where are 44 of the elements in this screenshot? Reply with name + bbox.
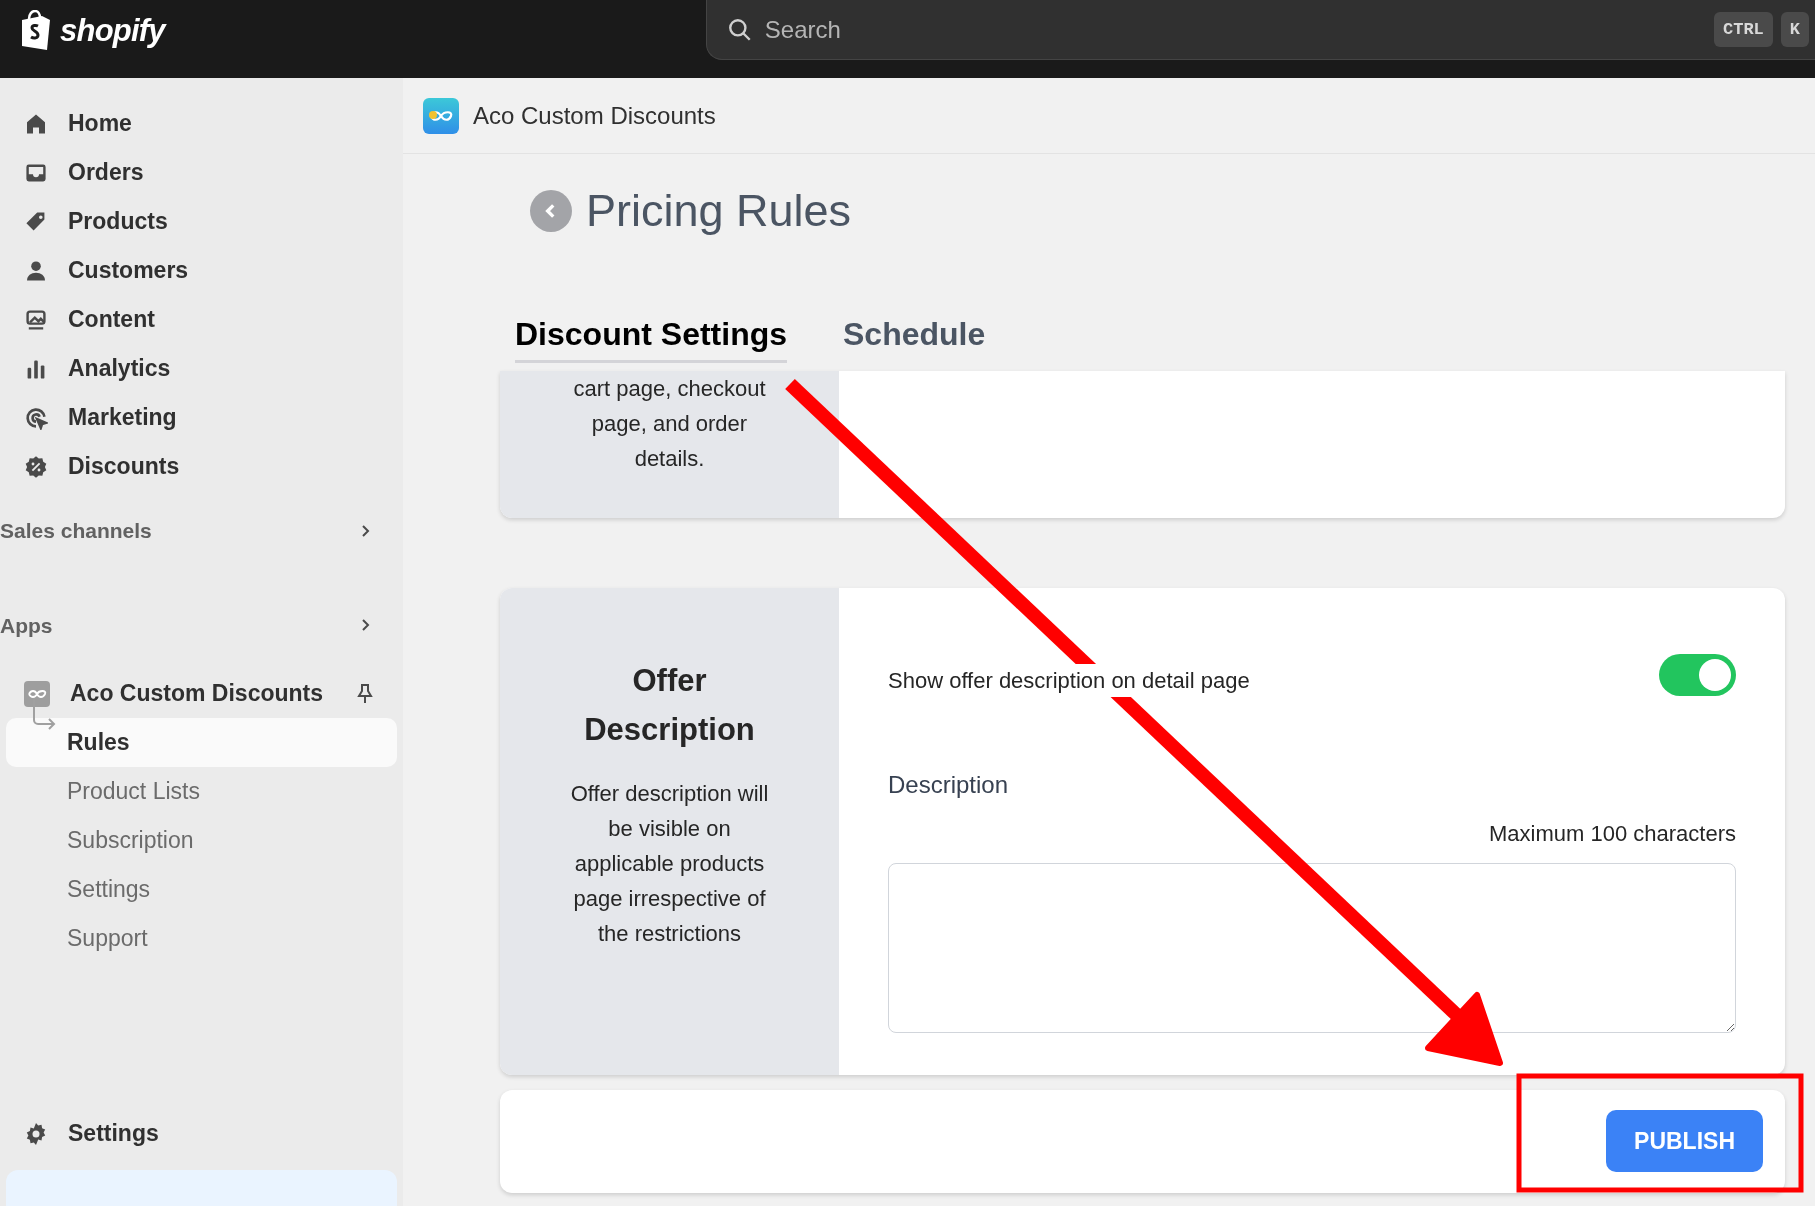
search-icon: [726, 16, 753, 43]
publish-button[interactable]: PUBLISH: [1606, 1110, 1763, 1172]
sub-nav-item[interactable]: Rules: [6, 718, 397, 767]
toggle-label: Show offer description on detail page: [888, 663, 1250, 697]
shortcut-key: CTRL: [1714, 11, 1773, 48]
nav-item[interactable]: Discounts: [0, 442, 403, 491]
nav-item[interactable]: Home: [0, 99, 403, 148]
tab[interactable]: Discount Settings: [515, 309, 787, 363]
toggle-switch[interactable]: [1659, 653, 1736, 696]
sub-nav-item[interactable]: Subscription: [6, 816, 397, 865]
search-field[interactable]: Search: [764, 11, 1714, 48]
app-logo-icon: [423, 97, 459, 134]
field-label: Description: [888, 769, 1010, 800]
sub-nav-item[interactable]: Product Lists: [6, 767, 397, 816]
image-icon: [24, 307, 48, 332]
settings-icon: [24, 1121, 48, 1146]
person-icon: [24, 258, 48, 283]
nav-item[interactable]: Analytics: [0, 344, 403, 393]
sub-nav-item[interactable]: Support: [6, 914, 397, 963]
section-header[interactable]: Sales channels: [0, 515, 403, 547]
app-nav-item[interactable]: Aco Custom Discounts: [0, 669, 403, 718]
section-description: cart page, checkout page, and order details.: [572, 374, 767, 473]
nav-item[interactable]: Marketing: [0, 393, 403, 442]
app-title: Aco Custom Discounts: [473, 100, 716, 131]
nav-item[interactable]: Settings: [0, 1109, 403, 1158]
section-description: Offer description will be visible on applicable products page irrespective of the restrictions: [569, 779, 770, 948]
nav-item[interactable]: Products: [0, 197, 403, 246]
discount-icon: [24, 454, 48, 479]
shopify-logo-text: shopify: [60, 12, 165, 50]
section-header[interactable]: Apps: [0, 609, 403, 641]
section-title: Offer Description: [583, 661, 756, 749]
description-textarea[interactable]: [888, 862, 1736, 1033]
shortcut-key: K: [1780, 11, 1809, 48]
nav-item[interactable]: Content: [0, 295, 403, 344]
nav-item[interactable]: Orders: [0, 148, 403, 197]
back-button[interactable]: [530, 189, 572, 232]
field-hint: Maximum 100 characters: [1489, 819, 1736, 848]
sub-nav-item[interactable]: Settings: [6, 865, 397, 914]
search-box[interactable]: Search CTRL K: [705, 0, 1815, 60]
page-title: Pricing Rules: [586, 184, 852, 238]
target-icon: [24, 405, 48, 430]
tab[interactable]: Schedule: [843, 309, 986, 363]
nav-item[interactable]: Customers: [0, 246, 403, 295]
app-icon: [24, 680, 50, 707]
